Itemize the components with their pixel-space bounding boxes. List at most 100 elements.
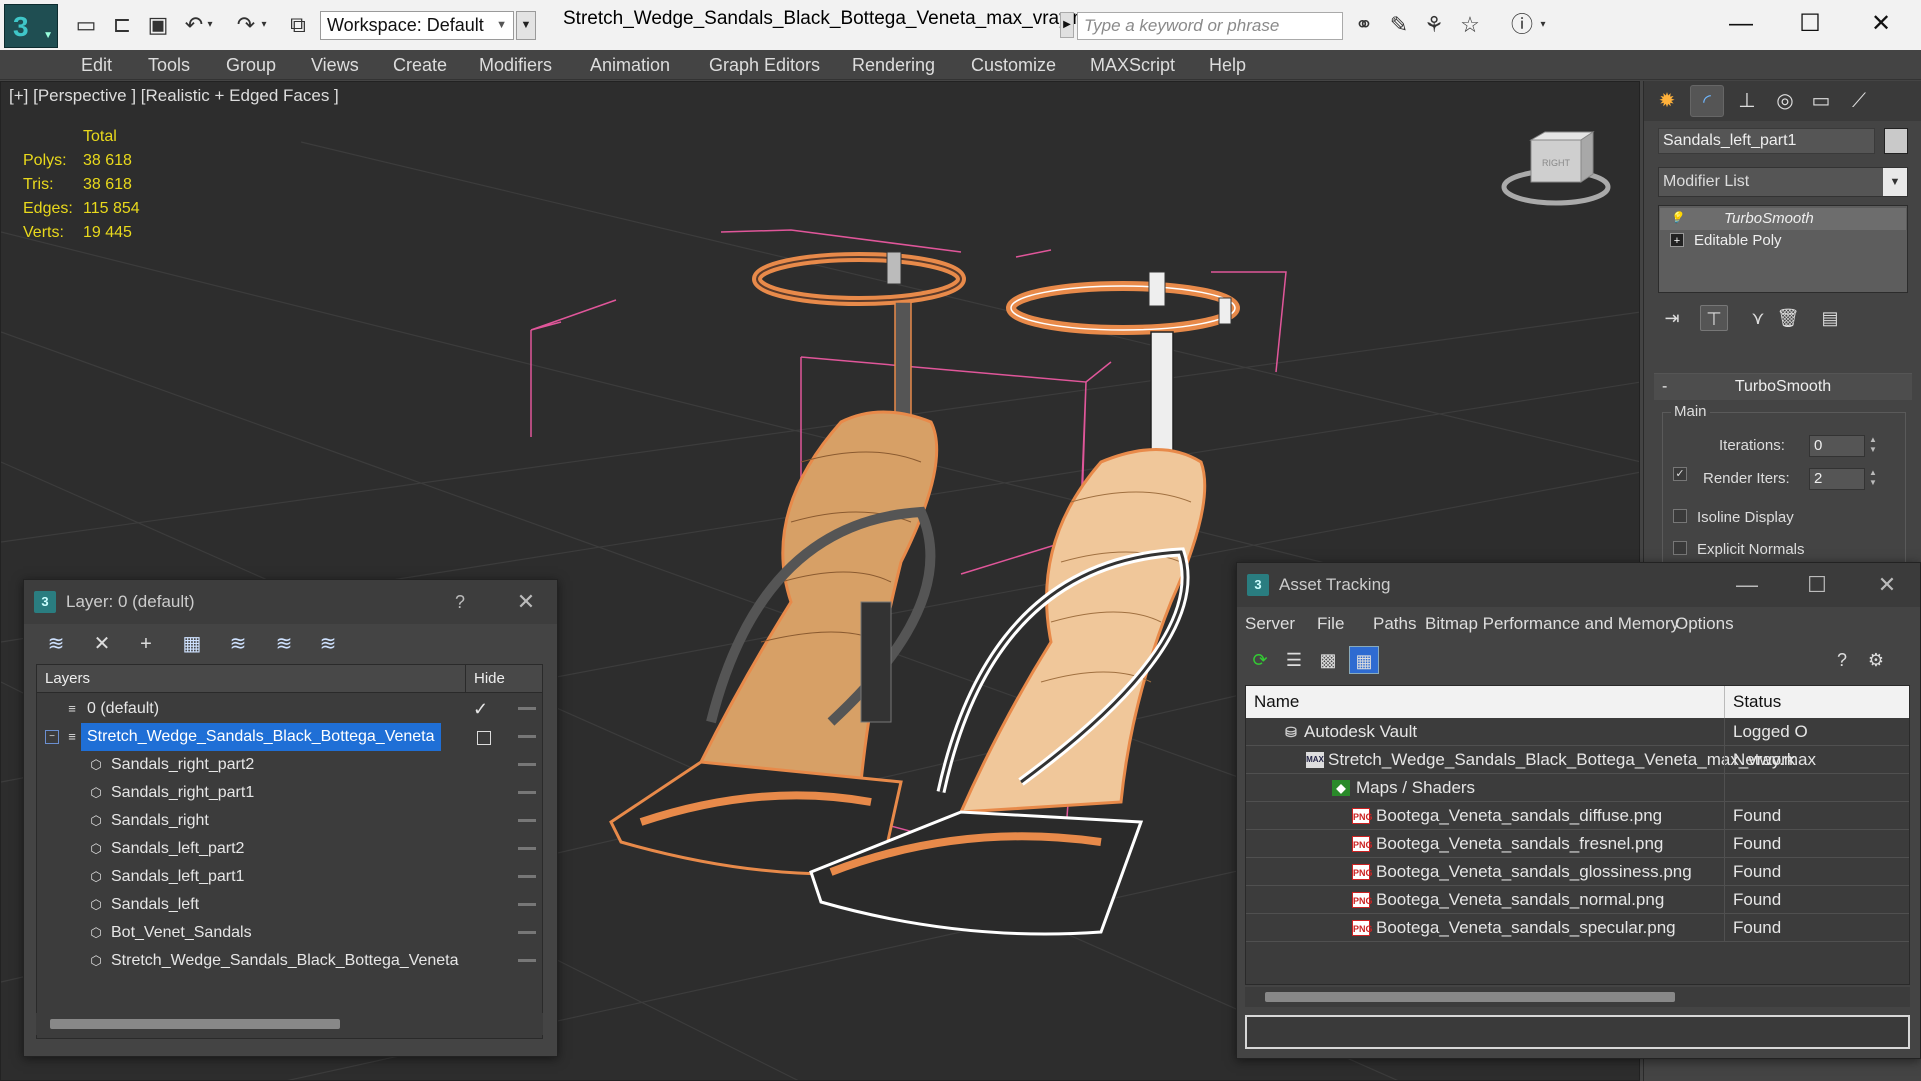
asset-row[interactable]: PNG Bootega_Veneta_sandals_diffuse.png F… <box>1246 802 1909 830</box>
hide-toggle[interactable] <box>518 903 536 906</box>
binoculars-icon[interactable]: ⚭ <box>1350 12 1378 38</box>
pin-stack-icon[interactable]: ⇥ <box>1658 305 1686 331</box>
menu-file[interactable]: File <box>1317 607 1344 641</box>
help-icon[interactable]: ⓘ <box>1508 12 1536 38</box>
scrollbar-thumb[interactable] <box>1265 992 1675 1002</box>
wrench-icon[interactable]: ✎ <box>1385 12 1413 38</box>
layer-row[interactable]: ⬡ Sandals_right_part2 <box>37 751 542 779</box>
hide-toggle[interactable] <box>518 959 536 962</box>
help-icon[interactable]: ? <box>1827 646 1857 674</box>
maximize-button[interactable]: ☐ <box>1780 4 1840 44</box>
motion-tab-icon[interactable]: ◎ <box>1768 85 1802 117</box>
signin-icon[interactable]: ⚘ <box>1420 12 1448 38</box>
thumbnail-view-icon[interactable]: ▩ <box>1313 646 1343 674</box>
layer-row[interactable]: ⬡ Sandals_right <box>37 807 542 835</box>
menu-paths[interactable]: Paths <box>1373 607 1416 641</box>
hide-toggle[interactable] <box>518 819 536 822</box>
help-dropdown-icon[interactable]: ▾ <box>1536 12 1550 38</box>
freeze-unfreeze-all-icon[interactable]: ≋ <box>312 630 344 658</box>
stack-item-turbosmooth[interactable]: 💡 TurboSmooth <box>1660 208 1906 230</box>
layer-row[interactable]: ⬡ Sandals_left_part1 <box>37 863 542 891</box>
new-file-icon[interactable]: ▭ <box>72 12 100 38</box>
col-hide[interactable]: Hide <box>465 665 542 693</box>
make-unique-icon[interactable]: ⋎ <box>1744 305 1772 331</box>
menu-bitmap-performance[interactable]: Bitmap Performance and Memory <box>1425 607 1679 641</box>
explicit-normals-checkbox[interactable] <box>1673 541 1687 555</box>
workspace-dropdown[interactable]: Workspace: Default ▼ <box>320 11 514 40</box>
object-color-swatch[interactable] <box>1884 128 1908 154</box>
help-tips-icon[interactable]: ⚙ <box>1861 646 1891 674</box>
asset-row[interactable]: ◆ Maps / Shaders <box>1246 774 1909 802</box>
display-tab-icon[interactable]: ▭ <box>1804 85 1838 117</box>
list-view-icon[interactable]: ☰ <box>1279 646 1309 674</box>
hide-toggle[interactable] <box>518 847 536 850</box>
asset-row[interactable]: PNG Bootega_Veneta_sandals_normal.png Fo… <box>1246 886 1909 914</box>
redo-icon[interactable]: ↷ <box>232 12 260 38</box>
active-layer-check-icon[interactable]: ✓ <box>473 695 488 723</box>
menu-help[interactable]: Help <box>1209 50 1246 80</box>
hide-toggle[interactable] <box>518 707 536 710</box>
menu-maxscript[interactable]: MAXScript <box>1090 50 1175 80</box>
configure-modifier-sets-icon[interactable]: ▤ <box>1816 305 1844 331</box>
menu-server[interactable]: Server <box>1245 607 1295 641</box>
select-objects-in-layer-icon[interactable]: ▦ <box>176 630 208 658</box>
menu-rendering[interactable]: Rendering <box>852 50 935 80</box>
col-layers[interactable]: Layers <box>45 665 90 693</box>
delete-layer-icon[interactable]: ✕ <box>86 630 118 658</box>
hide-toggle[interactable] <box>518 931 536 934</box>
close-button[interactable]: ✕ <box>1867 563 1907 607</box>
hide-toggle[interactable] <box>518 735 536 738</box>
asset-horizontal-scrollbar[interactable] <box>1245 987 1910 1007</box>
layer-horizontal-scrollbar[interactable] <box>36 1013 543 1035</box>
show-end-result-icon[interactable]: ⊤ <box>1700 305 1728 331</box>
active-layer-toggle[interactable] <box>477 731 491 745</box>
minimize-button[interactable]: — <box>1711 4 1771 44</box>
hide-toggle[interactable] <box>518 763 536 766</box>
iterations-spinner[interactable]: 0 <box>1809 435 1865 457</box>
rollout-header[interactable]: - TurboSmooth <box>1654 374 1912 400</box>
scrollbar-thumb[interactable] <box>50 1019 340 1029</box>
spinner-arrows-icon[interactable]: ▲ ▼ <box>1867 435 1879 457</box>
remove-modifier-icon[interactable]: 🗑 <box>1774 305 1802 331</box>
close-button[interactable]: ✕ <box>506 580 546 624</box>
asset-row[interactable]: PNG Bootega_Veneta_sandals_fresnel.png F… <box>1246 830 1909 858</box>
project-folder-icon[interactable]: ⧉ <box>284 12 312 38</box>
object-name-field[interactable]: Sandals_left_part1 <box>1658 128 1875 154</box>
save-icon[interactable]: ▣ <box>144 12 172 38</box>
favorites-star-icon[interactable]: ☆ <box>1456 12 1484 38</box>
render-iters-checkbox[interactable]: ✓ <box>1673 467 1687 481</box>
refresh-icon[interactable]: ⟳ <box>1245 646 1275 674</box>
col-name[interactable]: Name <box>1254 686 1299 718</box>
layer-row[interactable]: − ≡ Stretch_Wedge_Sandals_Black_Bottega_… <box>37 723 542 751</box>
menu-edit[interactable]: Edit <box>81 50 112 80</box>
menu-modifiers[interactable]: Modifiers <box>479 50 552 80</box>
close-button[interactable]: ✕ <box>1851 4 1911 44</box>
sandal-left-model[interactable] <box>609 251 966 876</box>
hide-toggle[interactable] <box>518 791 536 794</box>
help-button[interactable]: ? <box>440 580 480 624</box>
layer-row[interactable]: ⬡ Stretch_Wedge_Sandals_Black_Bottega_Ve… <box>37 947 542 975</box>
layer-row[interactable]: ≡ 0 (default) ✓ <box>37 695 542 723</box>
viewport-label[interactable]: [+] [Perspective ] [Realistic + Edged Fa… <box>9 86 339 106</box>
menu-group[interactable]: Group <box>226 50 276 80</box>
layer-row[interactable]: ⬡ Bot_Venet_Sandals <box>37 919 542 947</box>
open-folder-icon[interactable]: ⊏ <box>108 12 136 38</box>
isoline-display-checkbox[interactable] <box>1673 509 1687 523</box>
create-tab-icon[interactable]: ✹ <box>1650 85 1684 117</box>
minimize-button[interactable]: — <box>1727 563 1767 607</box>
redo-dropdown-icon[interactable]: ▾ <box>257 12 271 38</box>
lightbulb-icon[interactable]: 💡 <box>1670 211 1684 225</box>
menu-views[interactable]: Views <box>311 50 359 80</box>
layer-row[interactable]: ⬡ Sandals_left <box>37 891 542 919</box>
col-status[interactable]: Status <box>1724 686 1781 718</box>
asset-row[interactable]: ⛁ Autodesk Vault Logged O <box>1246 718 1909 746</box>
menu-options[interactable]: Options <box>1675 607 1734 641</box>
utilities-tab-icon[interactable]: ⟋ <box>1842 85 1876 117</box>
hide-toggle[interactable] <box>518 875 536 878</box>
asset-row[interactable]: MAX Stretch_Wedge_Sandals_Black_Bottega_… <box>1246 746 1909 774</box>
collapse-minus-icon[interactable]: − <box>45 730 59 744</box>
layer-window-titlebar[interactable]: 3 Layer: 0 (default) ? ✕ <box>24 580 557 624</box>
asset-row[interactable]: PNG Bootega_Veneta_sandals_specular.png … <box>1246 914 1909 942</box>
modify-tab-icon[interactable]: ◜ <box>1690 85 1724 117</box>
search-input[interactable]: Type a keyword or phrase <box>1077 12 1343 40</box>
